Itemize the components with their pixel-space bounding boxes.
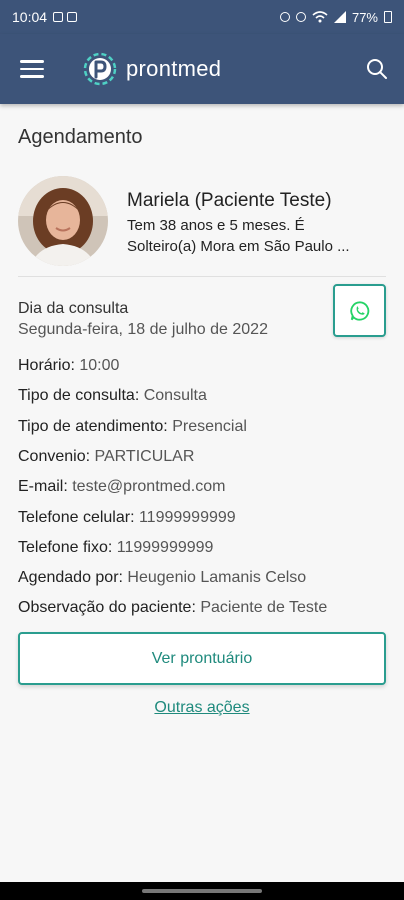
day-label: Dia da consulta (18, 300, 129, 317)
app-notification-icon (67, 12, 78, 22)
system-nav-bar (0, 882, 404, 900)
hamburger-menu-icon[interactable] (20, 60, 44, 78)
battery-icon (384, 11, 392, 23)
field-tipo-consulta: Tipo de consulta: Consulta (18, 387, 207, 404)
battery-percent: 77% (351, 9, 378, 25)
field-convenio: Convenio: PARTICULAR (18, 448, 195, 465)
whatsapp-button[interactable] (333, 284, 386, 337)
divider (18, 276, 386, 277)
signal-icon (333, 11, 346, 23)
whatsapp-icon (349, 300, 369, 321)
mute-icon (295, 12, 306, 22)
page-title: Agendamento (18, 126, 143, 148)
prontmed-logo-icon (83, 52, 117, 86)
view-record-button[interactable]: Ver prontuário (18, 632, 386, 685)
field-horario: Horário: 10:00 (18, 357, 120, 374)
app-bar: prontmed (0, 34, 404, 104)
patient-summary: Tem 38 anos e 5 meses. É Solteiro(a) Mor… (127, 215, 392, 257)
wifi-icon (312, 11, 328, 23)
field-agendado-por: Agendado por: Heugenio Lamanis Celso (18, 569, 307, 586)
patient-age: Tem 38 anos e 5 meses. É (127, 217, 305, 234)
logo-text: prontmed (126, 56, 222, 81)
day-value: Segunda-feira, 18 de julho de 2022 (18, 321, 268, 338)
patient-avatar (18, 176, 108, 266)
gallery-notification-icon (53, 12, 64, 22)
patient-name: Mariela (Paciente Teste) (127, 190, 332, 211)
field-telefone-fixo: Telefone fixo: 11999999999 (18, 539, 214, 556)
patient-details: Solteiro(a) Mora em São Paulo ... (127, 238, 350, 255)
alarm-icon (279, 12, 290, 22)
field-tipo-atendimento: Tipo de atendimento: Presencial (18, 418, 247, 435)
status-bar: 10:04 77% (0, 0, 404, 34)
field-telefone-celular: Telefone celular: 11999999999 (18, 509, 236, 526)
other-actions-link[interactable]: Outras ações (0, 699, 404, 717)
field-observacao: Observação do paciente: Paciente de Test… (18, 599, 328, 616)
status-time: 10:04 (12, 9, 48, 25)
search-icon[interactable] (366, 58, 388, 80)
field-email: E-mail: teste@prontmed.com (18, 478, 226, 495)
home-handle[interactable] (142, 889, 262, 893)
prontmed-logo: prontmed (82, 51, 221, 87)
